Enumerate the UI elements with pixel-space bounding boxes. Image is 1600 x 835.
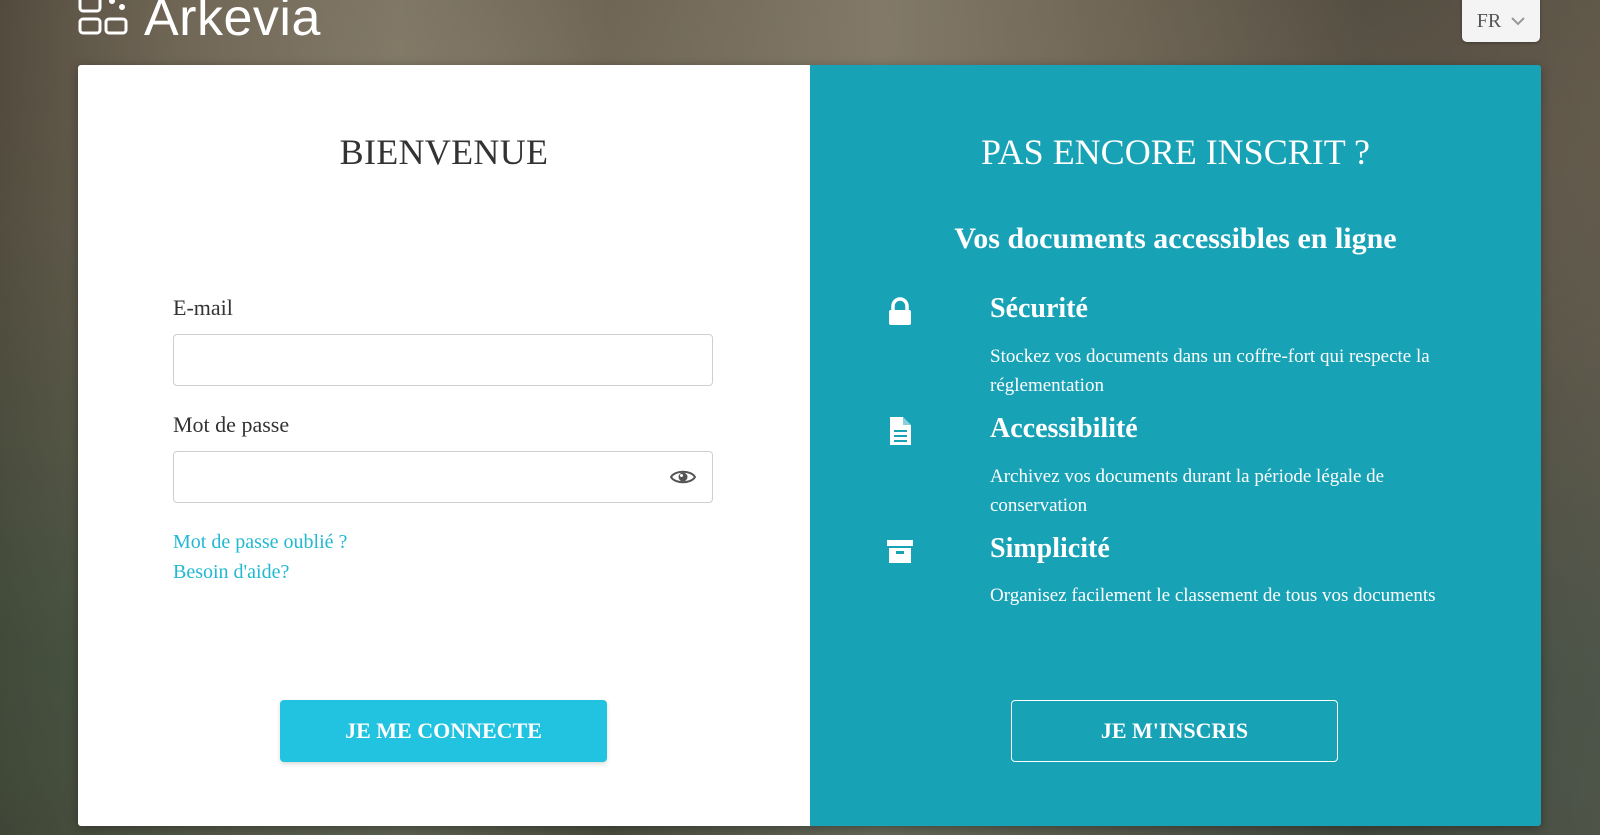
logo-text: Arkevia: [144, 0, 321, 47]
forgot-password-link[interactable]: Mot de passe oublié ?: [173, 531, 347, 554]
language-label: FR: [1476, 9, 1502, 32]
archive-box-icon: [887, 540, 913, 563]
lock-icon: [889, 297, 911, 325]
eye-icon[interactable]: [670, 466, 696, 488]
login-panel: BIENVENUE E-mail Mot de passe Mot de pas…: [78, 65, 810, 826]
chevron-down-icon: [1511, 17, 1525, 26]
feature-desc-simplicity: Organisez facilement le classement de to…: [990, 585, 1436, 606]
signup-title: PAS ENCORE INSCRIT ?: [980, 132, 1371, 172]
logo: Arkevia: [78, 0, 321, 48]
email-field[interactable]: [174, 335, 712, 385]
language-selector[interactable]: FR: [1462, 0, 1540, 42]
signup-subtitle: Vos documents accessibles en ligne: [954, 222, 1397, 255]
login-title: BIENVENUE: [339, 132, 549, 172]
email-field-wrapper: [173, 334, 713, 386]
feature-desc-accessibility: Archivez vos documents durant la période…: [990, 466, 1385, 516]
password-label: Mot de passe: [173, 412, 290, 437]
password-field[interactable]: [174, 452, 712, 502]
email-label: E-mail: [173, 295, 233, 320]
feature-title-accessibility: Accessibilité: [990, 413, 1138, 444]
feature-desc-security: Stockez vos documents dans un coffre-for…: [990, 346, 1430, 396]
auth-card: BIENVENUE E-mail Mot de passe Mot de pas…: [78, 65, 1541, 826]
login-button[interactable]: JE ME CONNECTE: [280, 700, 607, 762]
logo-icon: [78, 0, 128, 35]
password-field-wrapper: [173, 451, 713, 503]
signup-button[interactable]: JE M'INSCRIS: [1011, 700, 1338, 762]
feature-title-simplicity: Simplicité: [990, 533, 1110, 564]
help-link[interactable]: Besoin d'aide?: [173, 561, 289, 584]
signup-panel: PAS ENCORE INSCRIT ? Vos documents acces…: [810, 65, 1541, 826]
feature-title-security: Sécurité: [990, 293, 1088, 324]
document-icon: [890, 417, 911, 445]
